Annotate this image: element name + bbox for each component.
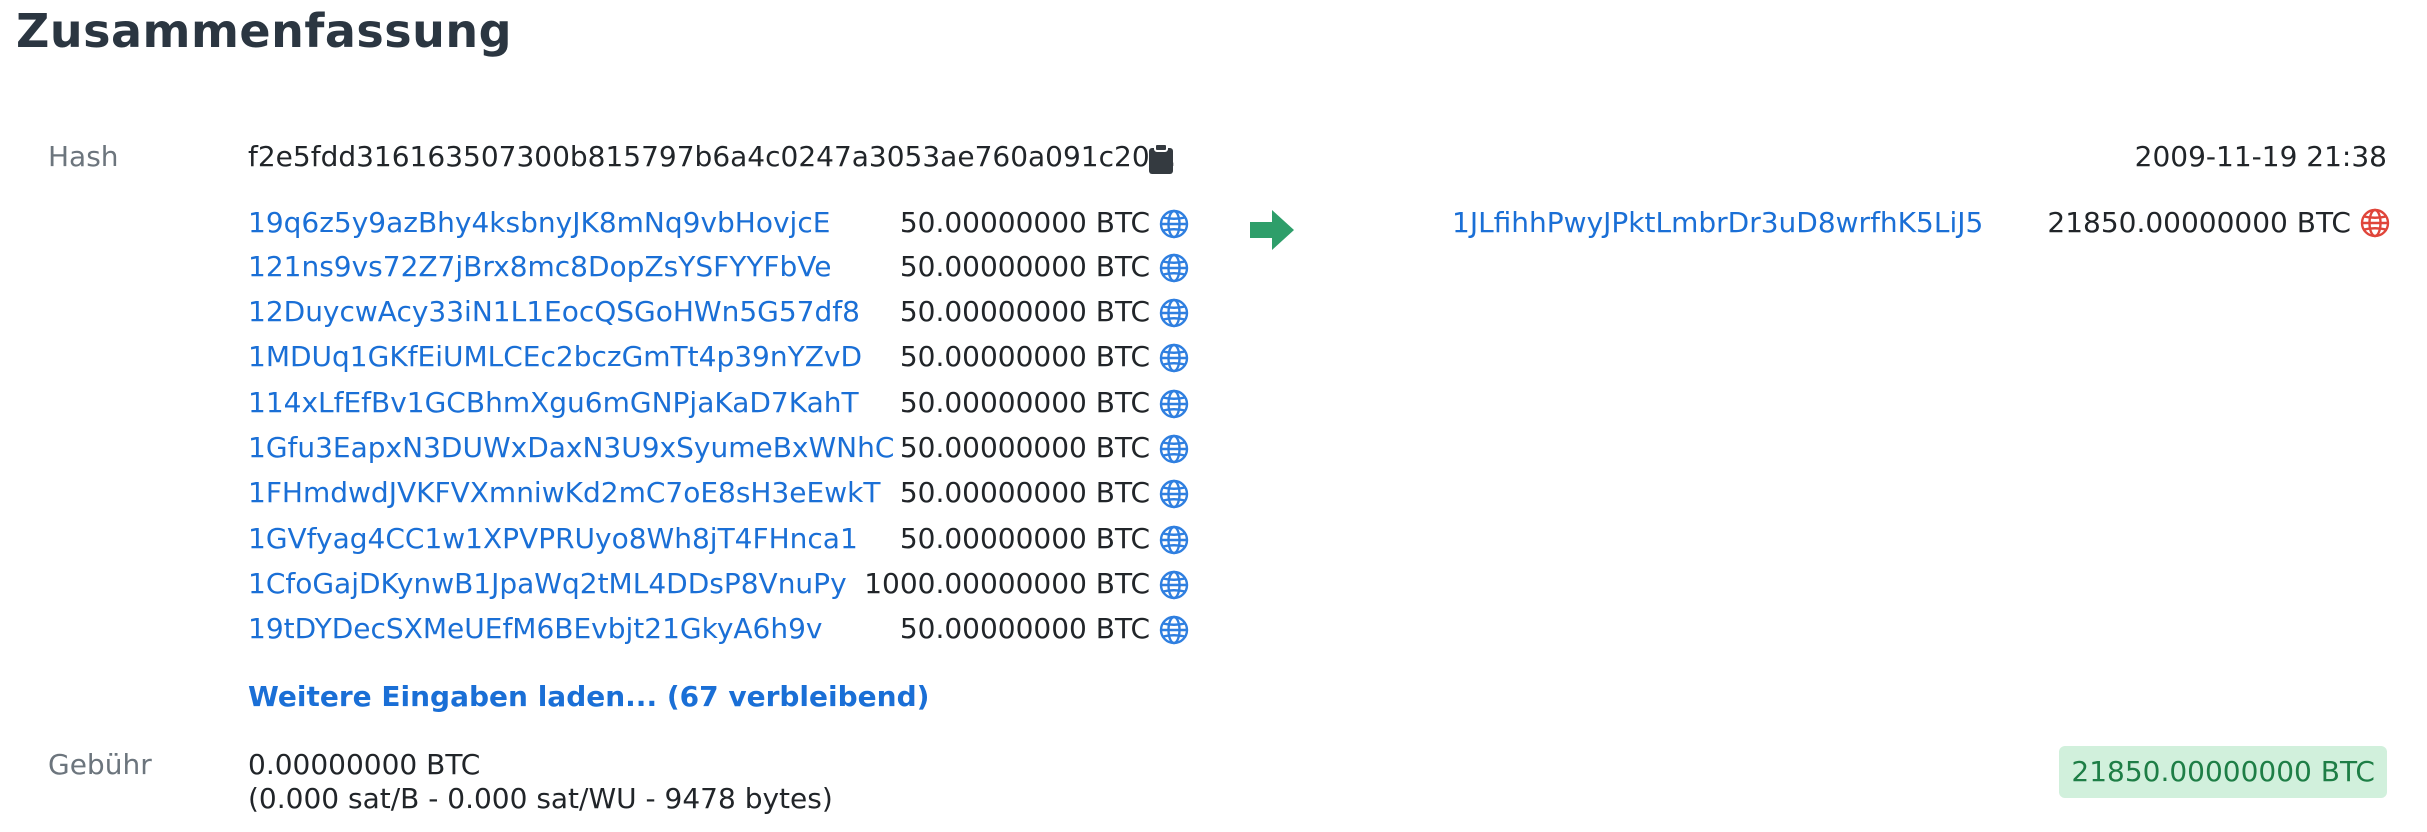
input-amount: 50.00000000 BTC (899, 250, 1150, 283)
hash-label: Hash (48, 140, 119, 173)
input-address-link[interactable]: 121ns9vs72Z7jBrx8mc8DopZsYSFYYFbVe (248, 250, 832, 283)
input-row: 121ns9vs72Z7jBrx8mc8DopZsYSFYYFbVe 50.00… (0, 250, 1210, 295)
input-row: 19q6z5y9azBhy4ksbnyJK8mNq9vbHovjcE 50.00… (0, 206, 1210, 251)
fee-detail: (0.000 sat/B - 0.000 sat/WU - 9478 bytes… (248, 782, 833, 815)
input-address-link[interactable]: 1Gfu3EapxN3DUWxDaxN3U9xSyumeBxWNhC (248, 431, 894, 464)
globe-icon[interactable] (1158, 524, 1190, 556)
input-row: 114xLfEfBv1GCBhmXgu6mGNPjaKaD7KahT 50.00… (0, 386, 1210, 431)
globe-icon[interactable] (1158, 569, 1190, 601)
transaction-timestamp: 2009-11-19 21:38 (2134, 140, 2387, 173)
input-amount: 50.00000000 BTC (899, 476, 1150, 509)
input-row: 1MDUq1GKfEiUMLCEc2bczGmTt4p39nYZvD 50.00… (0, 340, 1210, 385)
input-row: 1GVfyag4CC1w1XPVPRUyo8Wh8jT4FHnca1 50.00… (0, 522, 1210, 567)
input-address-link[interactable]: 1GVfyag4CC1w1XPVPRUyo8Wh8jT4FHnca1 (248, 522, 858, 555)
input-address-link[interactable]: 1CfoGajDKynwB1JpaWq2tML4DDsP8VnuPy (248, 567, 847, 600)
input-amount: 50.00000000 BTC (899, 295, 1150, 328)
input-address-link[interactable]: 1FHmdwdJVKFVXmniwKd2mC7oE8sH3eEwkT (248, 476, 880, 509)
input-address-link[interactable]: 19q6z5y9azBhy4ksbnyJK8mNq9vbHovjcE (248, 206, 830, 239)
globe-icon[interactable] (2359, 207, 2391, 239)
total-amount-badge: 21850.00000000 BTC (2059, 746, 2387, 798)
fee-value: 0.00000000 BTC (248, 748, 481, 781)
input-row: 1CfoGajDKynwB1JpaWq2tML4DDsP8VnuPy 1000.… (0, 567, 1210, 612)
clipboard-icon[interactable] (1148, 144, 1174, 174)
input-amount: 50.00000000 BTC (899, 340, 1150, 373)
globe-icon[interactable] (1158, 433, 1190, 465)
input-row: 1Gfu3EapxN3DUWxDaxN3U9xSyumeBxWNhC 50.00… (0, 431, 1210, 476)
output-amount: 21850.00000000 BTC (2047, 206, 2351, 239)
globe-icon[interactable] (1158, 297, 1190, 329)
arrow-right-icon (1250, 210, 1294, 250)
input-row: 1FHmdwdJVKFVXmniwKd2mC7oE8sH3eEwkT 50.00… (0, 476, 1210, 521)
globe-icon[interactable] (1158, 478, 1190, 510)
input-address-link[interactable]: 12DuycwAcy33iN1L1EocQSGoHWn5G57df8 (248, 295, 860, 328)
input-amount: 50.00000000 BTC (899, 206, 1150, 239)
input-address-link[interactable]: 114xLfEfBv1GCBhmXgu6mGNPjaKaD7KahT (248, 386, 859, 419)
page-title: Zusammenfassung (16, 4, 513, 58)
input-amount: 50.00000000 BTC (899, 522, 1150, 555)
input-row: 12DuycwAcy33iN1L1EocQSGoHWn5G57df8 50.00… (0, 295, 1210, 340)
input-amount: 1000.00000000 BTC (864, 567, 1150, 600)
globe-icon[interactable] (1158, 208, 1190, 240)
input-amount: 50.00000000 BTC (899, 431, 1150, 464)
input-address-link[interactable]: 1MDUq1GKfEiUMLCEc2bczGmTt4p39nYZvD (248, 340, 862, 373)
globe-icon[interactable] (1158, 342, 1190, 374)
globe-icon[interactable] (1158, 252, 1190, 284)
output-address-link[interactable]: 1JLfihhPwyJPktLmbrDr3uD8wrfhK5LiJ5 (1452, 206, 1983, 239)
load-more-inputs-link[interactable]: Weitere Eingaben laden... (67 verbleiben… (248, 680, 929, 713)
fee-label: Gebühr (48, 748, 152, 781)
transaction-hash[interactable]: f2e5fdd316163507300b815797b6a4c0247a3053… (248, 140, 1176, 173)
input-amount: 50.00000000 BTC (899, 612, 1150, 645)
input-address-link[interactable]: 19tDYDecSXMeUEfM6BEvbjt21GkyA6h9v (248, 612, 823, 645)
globe-icon[interactable] (1158, 388, 1190, 420)
input-amount: 50.00000000 BTC (899, 386, 1150, 419)
globe-icon[interactable] (1158, 614, 1190, 646)
input-row: 19tDYDecSXMeUEfM6BEvbjt21GkyA6h9v 50.000… (0, 612, 1210, 657)
